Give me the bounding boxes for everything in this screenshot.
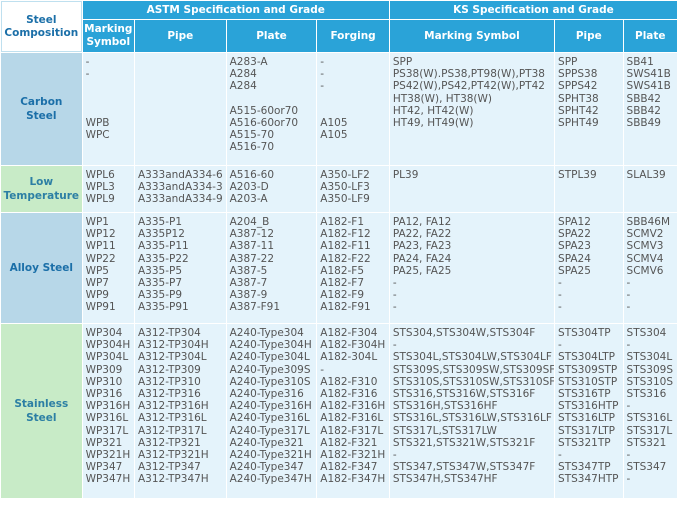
astm-forging-cell: A182-F1 A182-F12 A182-F11 A182-F22 A182-… — [317, 213, 389, 323]
ks-plate-header: Plate — [623, 20, 677, 52]
low-temperature-row: Low Temperature WPL6 WPL3 WPL9 A333andA3… — [1, 166, 677, 212]
stainless-steel-row: Stainless Steel WP304 WP304H WP304L WP30… — [1, 324, 677, 498]
carbon-steel-row: Carbon Steel - - WPB WPC A283-A A284 A28… — [1, 53, 677, 165]
ks-group-header: KS Specification and Grade — [389, 1, 677, 19]
category-stainless-steel: Stainless Steel — [1, 324, 82, 498]
ks-marking-cell: STS304,STS304W,STS304F - STS304L,STS304L… — [389, 324, 555, 498]
astm-pipe-header: Pipe — [134, 20, 226, 52]
astm-forging-cell: A182-F304 A182-F304H A182-304L - A182-F3… — [317, 324, 389, 498]
astm-pipe-cell — [134, 53, 226, 165]
ks-plate-cell: SBB46M SCMV2 SCMV3 SCMV4 SCMV6 - - - — [623, 213, 677, 323]
astm-forging-cell: - - - A105 A105 — [317, 53, 389, 165]
steel-spec-table: Steel Composition ASTM Specification and… — [0, 0, 678, 499]
astm-forging-header: Forging — [317, 20, 389, 52]
ks-plate-cell: STS304 - STS304L STS309S STS310S STS316 … — [623, 324, 677, 498]
astm-pipe-cell: A312-TP304 A312-TP304H A312-TP304L A312-… — [134, 324, 226, 498]
ks-plate-cell: SLAL39 — [623, 166, 677, 212]
astm-forging-cell: A350-LF2 A350-LF3 A350-LF9 — [317, 166, 389, 212]
category-carbon-steel: Carbon Steel — [1, 53, 82, 165]
astm-plate-cell: A204_B A387-12 A387-11 A387-22 A387-5 A3… — [226, 213, 317, 323]
steel-composition-header: Steel Composition — [1, 1, 82, 52]
ks-marking-cell: SPP PS38(W).PS38,PT98(W),PT38 PS42(W),PS… — [389, 53, 555, 165]
astm-marking-cell: WP304 WP304H WP304L WP309 WP310 WP316 WP… — [82, 324, 134, 498]
ks-marking-symbol-header: Marking Symbol — [389, 20, 555, 52]
category-low-temperature: Low Temperature — [1, 166, 82, 212]
astm-marking-cell: WPL6 WPL3 WPL9 — [82, 166, 134, 212]
ks-pipe-cell: SPA12 SPA22 SPA23 SPA24 SPA25 - - - — [555, 213, 623, 323]
ks-marking-cell: PL39 — [389, 166, 555, 212]
ks-pipe-cell: STS304TP - STS304LTP STS309STP STS310STP… — [555, 324, 623, 498]
astm-plate-header: Plate — [226, 20, 317, 52]
astm-pipe-cell: A335-P1 A335P12 A335-P11 A335-P22 A335-P… — [134, 213, 226, 323]
astm-plate-cell: A240-Type304 A240-Type304H A240-Type304L… — [226, 324, 317, 498]
astm-marking-cell: - - WPB WPC — [82, 53, 134, 165]
ks-pipe-header: Pipe — [555, 20, 623, 52]
ks-plate-cell: SB41 SWS41B SWS41B SBB42 SBB42 SBB49 — [623, 53, 677, 165]
astm-group-header: ASTM Specification and Grade — [82, 1, 389, 19]
ks-marking-cell: PA12, FA12 PA22, FA22 PA23, FA23 PA24, F… — [389, 213, 555, 323]
astm-plate-cell: A516-60 A203-D A203-A — [226, 166, 317, 212]
ks-pipe-cell: STPL39 — [555, 166, 623, 212]
astm-pipe-cell: A333andA334-6 A333andA334-3 A333andA334-… — [134, 166, 226, 212]
alloy-steel-row: Alloy Steel WP1 WP12 WP11 WP22 WP5 WP7 W… — [1, 213, 677, 323]
ks-pipe-cell: SPP SPPS38 SPPS42 SPHT38 SPHT42 SPHT49 — [555, 53, 623, 165]
category-alloy-steel: Alloy Steel — [1, 213, 82, 323]
astm-marking-symbol-header: Marking Symbol — [82, 20, 134, 52]
astm-plate-cell: A283-A A284 A284 A515-60or70 A516-60or70… — [226, 53, 317, 165]
astm-marking-cell: WP1 WP12 WP11 WP22 WP5 WP7 WP9 WP91 — [82, 213, 134, 323]
